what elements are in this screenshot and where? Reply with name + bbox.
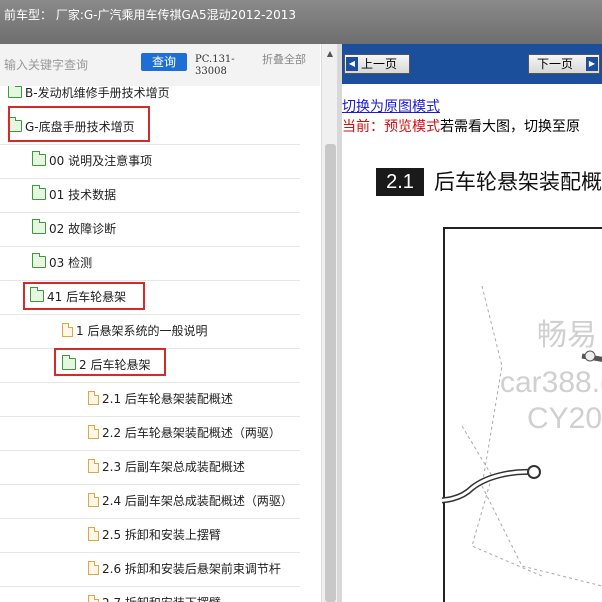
next-page-button[interactable]: 下一页 ▶ (528, 54, 600, 74)
scroll-up-arrow-icon[interactable]: ▲ (322, 48, 337, 60)
mode-status: 当前：预览模式若需看大图，切换至原 (342, 116, 580, 136)
folder-icon (32, 253, 46, 268)
tree-item-label: 2.3 后副车架总成装配概述 (102, 459, 245, 474)
page-nav-bar: ◀ 上一页 下一页 ▶ (342, 44, 602, 84)
folder-icon (8, 86, 22, 98)
next-page-label: 下一页 (537, 57, 574, 71)
divider (0, 518, 300, 519)
document-icon (88, 595, 99, 602)
document-page: 2.1 后车轮悬架装配概 畅易 car388.c CY201 (342, 140, 602, 602)
tree-item-label: 1 后悬架系统的一般说明 (76, 323, 208, 338)
document-icon (88, 459, 99, 473)
control-arm (442, 468, 535, 504)
viewer-pane: ◀ 上一页 下一页 ▶ 切换为原图模式 当前：预览模式若需看大图，切换至原 2.… (342, 44, 602, 602)
tree-item-label: 2.5 拆卸和安装上摆臂 (102, 527, 221, 542)
tree-item-2-7[interactable]: 2.7 拆卸和安装下摆臂 (88, 590, 221, 602)
divider (0, 280, 300, 281)
tree-item-label: 2.6 拆卸和安装后悬架前束调节杆 (102, 561, 281, 576)
divider (0, 484, 300, 485)
tree-item-01[interactable]: 01 技术数据 (32, 182, 116, 206)
window-title: 前车型： 厂家:G-广汽乘用车传祺GA5混动2012-2013 (4, 8, 297, 22)
tree-item-2-6[interactable]: 2.6 拆卸和安装后悬架前束调节杆 (88, 556, 281, 580)
tree-item-label: 01 技术数据 (49, 187, 117, 202)
document-icon (88, 493, 99, 507)
divider (0, 382, 300, 383)
search-bar: 查询 PC.131-33008 折叠全部 (0, 44, 320, 86)
tree-item-2-1[interactable]: 2.1 后车轮悬架装配概述 (88, 386, 233, 410)
document-icon (88, 391, 99, 405)
tree-item-label: 2.1 后车轮悬架装配概述 (102, 391, 233, 406)
collapse-all-button[interactable]: 折叠全部 (262, 54, 306, 66)
tree-item-label: B-发动机维修手册技术增页 (25, 86, 170, 100)
watermark: 畅易 (537, 319, 597, 352)
prev-page-label: 上一页 (361, 57, 398, 71)
folder-icon (32, 151, 46, 166)
tree-item-label: 2.2 后车轮悬架装配概述（两驱） (102, 425, 281, 440)
document-icon (88, 561, 99, 575)
divider (0, 552, 300, 553)
pc-code-label: PC.131-33008 (195, 54, 235, 77)
divider (0, 246, 300, 247)
document-icon (88, 425, 99, 439)
tree-item-2-5[interactable]: 2.5 拆卸和安装上摆臂 (88, 522, 221, 546)
prev-page-button[interactable]: ◀ 上一页 (344, 54, 410, 74)
tree-item-02[interactable]: 02 故障诊断 (32, 216, 116, 240)
watermark: CY201 (527, 402, 602, 435)
tree-scrollbar[interactable]: ▲ (321, 44, 337, 602)
window-title-bar: 前车型： 厂家:G-广汽乘用车传祺GA5混动2012-2013 (0, 0, 602, 44)
divider (0, 314, 300, 315)
tree-item-00[interactable]: 00 说明及注意事项 (32, 148, 152, 172)
watermark: car388.c (500, 366, 602, 399)
document-icon (88, 527, 99, 541)
tree-item-03[interactable]: 03 检测 (32, 250, 92, 274)
divider (0, 212, 300, 213)
arrow-right-icon: ▶ (586, 57, 598, 71)
tree-item-2-3[interactable]: 2.3 后副车架总成装配概述 (88, 454, 245, 478)
highlight-box (54, 348, 166, 376)
tree-item-label: 2.7 拆卸和安装下摆臂 (102, 594, 221, 602)
divider (0, 178, 300, 179)
query-button[interactable]: 查询 (141, 53, 187, 71)
mode-name: 预览模式 (384, 119, 440, 135)
dashed-outline (461, 425, 543, 577)
tree-item-label: 02 故障诊断 (49, 221, 117, 236)
highlight-box (23, 282, 145, 310)
section-number: 2.1 (376, 168, 424, 196)
tree-item-label: 00 说明及注意事项 (49, 153, 153, 168)
search-input[interactable] (4, 54, 134, 76)
highlight-box (8, 106, 150, 142)
tree-item-1[interactable]: 1 后悬架系统的一般说明 (62, 318, 207, 342)
tree-item-2-4[interactable]: 2.4 后副车架总成装配概述（两驱） (88, 488, 293, 512)
switch-original-mode-link[interactable]: 切换为原图模式 (342, 96, 440, 116)
folder-icon (32, 185, 46, 200)
section-title: 后车轮悬架装配概 (434, 170, 602, 194)
divider (0, 416, 300, 417)
tree-item-label: 2.4 后副车架总成装配概述（两驱） (102, 493, 293, 508)
scrollbar-thumb[interactable] (325, 144, 336, 602)
tree-item-engine-supplement[interactable]: B-发动机维修手册技术增页 (8, 86, 170, 104)
bushing (527, 465, 541, 479)
divider (0, 586, 300, 587)
tree-item-2-2[interactable]: 2.2 后车轮悬架装配概述（两驱） (88, 420, 281, 444)
folder-icon (32, 219, 46, 234)
catalog-tree: B-发动机维修手册技术增页 G-底盘手册技术增页 00 说明及注意事项 01 技… (0, 86, 320, 602)
mode-hint: 若需看大图，切换至原 (440, 119, 580, 135)
document-icon (62, 323, 73, 337)
arrow-left-icon: ◀ (346, 57, 358, 71)
divider (0, 450, 300, 451)
tree-item-label: 03 检测 (49, 255, 93, 270)
left-pane: 查询 PC.131-33008 折叠全部 B-发动机维修手册技术增页 G-底盘手… (0, 44, 337, 602)
mode-prefix: 当前： (342, 119, 384, 135)
divider (0, 144, 300, 145)
